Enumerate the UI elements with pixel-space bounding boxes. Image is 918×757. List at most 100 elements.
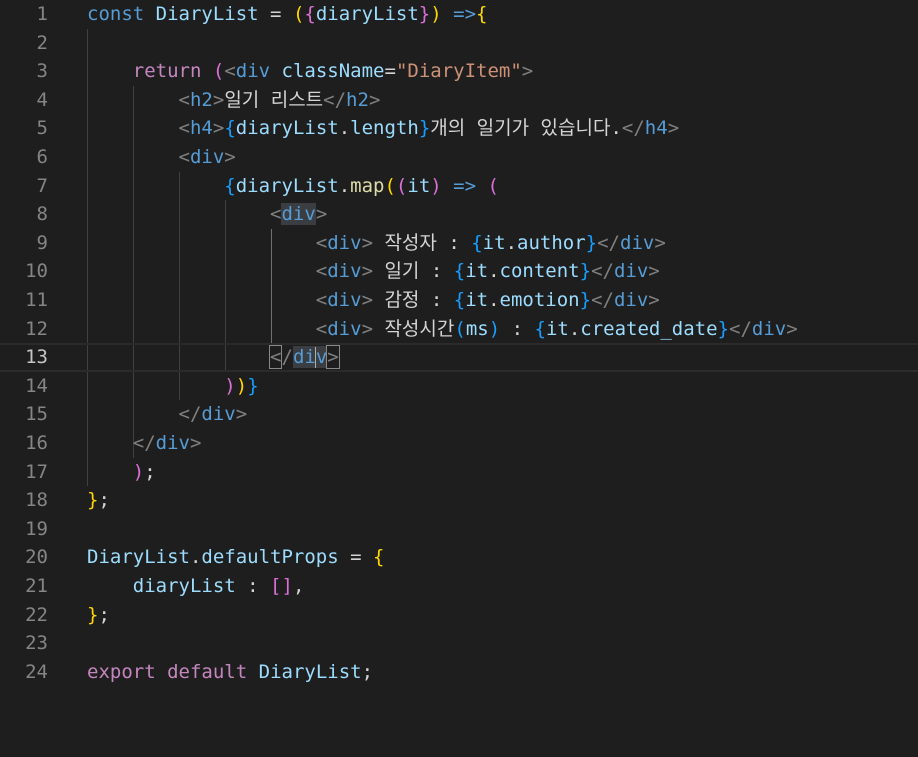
- line-code[interactable]: DiaryList.defaultProps = {: [87, 543, 918, 572]
- line-code[interactable]: );: [87, 458, 918, 487]
- line-code[interactable]: <h4>{diaryList.length}개의 일기가 있습니다.</h4>: [87, 114, 918, 143]
- code-line[interactable]: 6 <div>: [0, 143, 918, 172]
- code-token: <: [315, 260, 328, 283]
- code-token: <: [270, 203, 282, 226]
- line-code[interactable]: <div> 감정 : {it.emotion}</div>: [87, 286, 918, 315]
- line-code[interactable]: </div>: [87, 429, 918, 458]
- code-line[interactable]: 10 <div> 일기 : {it.content}</div>: [0, 257, 918, 286]
- code-line[interactable]: 3 return (<div className="DiaryItem">: [0, 57, 918, 86]
- code-token: div: [189, 146, 225, 168]
- line-number: 10: [25, 260, 48, 283]
- code-line[interactable]: 4 <h2>일기 리스트</h2>: [0, 86, 918, 115]
- code-line[interactable]: 24 export default DiaryList;: [0, 658, 918, 687]
- code-token: diaryList: [235, 174, 339, 197]
- code-token: >: [235, 403, 248, 426]
- code-token: default: [167, 660, 248, 683]
- line-code[interactable]: const DiaryList = ({diaryList}) =>{: [87, 0, 918, 29]
- line-code[interactable]: {diaryList.map((it) => (: [87, 172, 918, 201]
- line-code[interactable]: </div>: [87, 400, 918, 429]
- code-token: h4: [189, 117, 213, 140]
- code-token: =>: [453, 174, 477, 197]
- code-token: export: [87, 660, 156, 683]
- code-token: (: [454, 317, 466, 340]
- code-token: 작성자 :: [373, 231, 472, 254]
- code-token: {: [476, 3, 488, 25]
- code-line[interactable]: 9 <div> 작성자 : {it.author}</div>: [0, 229, 918, 258]
- code-line[interactable]: 8 <div>: [0, 200, 918, 229]
- line-code[interactable]: ))}: [87, 372, 918, 401]
- code-token: it: [407, 174, 431, 197]
- code-token: >: [361, 289, 374, 311]
- code-line[interactable]: 22};: [0, 601, 918, 630]
- line-code[interactable]: export default DiaryList;: [87, 658, 918, 687]
- line-code[interactable]: };: [87, 601, 918, 630]
- code-line[interactable]: 14 ))}: [0, 372, 918, 401]
- code-line[interactable]: 2: [0, 29, 918, 58]
- code-line[interactable]: 19: [0, 515, 918, 544]
- line-number: 12: [25, 317, 48, 340]
- code-token: >: [368, 88, 381, 111]
- line-number: 2: [36, 31, 48, 54]
- code-token: =: [338, 546, 374, 569]
- code-token: </: [591, 260, 614, 283]
- code-token: div: [327, 260, 362, 283]
- line-number: 16: [25, 432, 48, 454]
- code-token: }: [585, 231, 598, 254]
- code-token: ): [132, 460, 145, 483]
- line-number: 20: [25, 546, 48, 569]
- code-line[interactable]: 13 </div>: [0, 343, 918, 372]
- code-line[interactable]: 5 <h4>{diaryList.length}개의 일기가 있습니다.</h4…: [0, 114, 918, 143]
- code-token: :: [235, 575, 271, 597]
- code-line[interactable]: 21 diaryList : [],: [0, 572, 918, 601]
- code-token: return: [132, 60, 202, 83]
- code-token: ;: [98, 603, 110, 626]
- code-token: h2: [346, 88, 369, 111]
- code-line[interactable]: 20 DiaryList.defaultProps = {: [0, 543, 918, 572]
- line-number: 4: [36, 88, 48, 111]
- code-token: >: [326, 345, 340, 370]
- line-code[interactable]: <div> 작성시간(ms) : {it.created_date}</div>: [87, 315, 918, 344]
- code-token: <: [315, 317, 328, 340]
- code-line[interactable]: 23: [0, 629, 918, 658]
- code-line[interactable]: 1 const DiaryList = ({diaryList}) =>{: [0, 0, 918, 29]
- line-code[interactable]: </div>: [87, 345, 918, 370]
- code-token: {: [304, 3, 316, 25]
- line-number: 7: [36, 174, 48, 197]
- code-line[interactable]: 16 </div>: [0, 429, 918, 458]
- code-editor[interactable]: 1 const DiaryList = ({diaryList}) =>{2 3 r…: [0, 0, 918, 757]
- line-code[interactable]: <div>: [87, 143, 918, 172]
- code-line[interactable]: 17 );: [0, 458, 918, 487]
- code-line[interactable]: 11 <div> 감정 : {it.emotion}</div>: [0, 286, 918, 315]
- line-number: 15: [25, 403, 48, 426]
- code-token: ms: [465, 317, 489, 340]
- line-code[interactable]: <div>: [87, 200, 918, 229]
- line-code[interactable]: };: [87, 486, 918, 515]
- code-token: 일기 리스트: [224, 88, 324, 111]
- code-token: (: [395, 174, 408, 197]
- code-line[interactable]: 7 {diaryList.map((it) => (: [0, 172, 918, 201]
- code-line[interactable]: 15 </div>: [0, 400, 918, 429]
- line-code[interactable]: diaryList : [],: [87, 572, 918, 601]
- code-token: div: [155, 432, 190, 454]
- code-line[interactable]: 18};: [0, 486, 918, 515]
- code-token: 일기 :: [373, 260, 454, 283]
- code-token: /: [281, 346, 293, 369]
- code-line[interactable]: 12 <div> 작성시간(ms) : {it.created_date}</d…: [0, 315, 918, 344]
- line-code[interactable]: <div> 작성자 : {it.author}</div>: [87, 229, 918, 258]
- line-number: 17: [25, 460, 48, 483]
- line-number: 21: [25, 575, 48, 597]
- line-code[interactable]: <div> 일기 : {it.content}</div>: [87, 257, 918, 286]
- code-token: length: [350, 117, 419, 140]
- line-number: 6: [36, 146, 48, 168]
- code-token: [: [270, 575, 282, 597]
- line-code[interactable]: return (<div className="DiaryItem">: [87, 57, 918, 86]
- line-code[interactable]: <h2>일기 리스트</h2>: [87, 86, 918, 115]
